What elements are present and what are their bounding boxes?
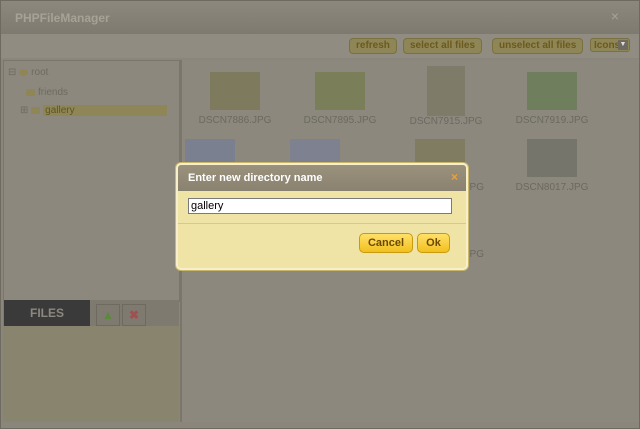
folder-icon: [26, 88, 35, 96]
select-all-button[interactable]: select all files: [403, 38, 483, 54]
ok-button[interactable]: Ok: [417, 233, 450, 253]
dialog-divider: [178, 223, 466, 224]
delete-button[interactable]: ✖: [122, 304, 146, 326]
delete-x-icon: ✖: [128, 308, 140, 322]
upload-drop-area: [3, 326, 179, 422]
window-close-icon[interactable]: ×: [611, 8, 619, 24]
up-arrow-icon: ▲: [102, 308, 114, 322]
thumbnail-label: DSCN7886.JPG: [198, 115, 272, 126]
refresh-button[interactable]: refresh: [349, 38, 397, 54]
unselect-all-button[interactable]: unselect all files: [492, 38, 584, 54]
window-titlebar: PHPFileManager ×: [1, 1, 639, 34]
tree-label-friends: friends: [38, 87, 69, 98]
thumbnail-item[interactable]: DSCN7919.JPG: [502, 72, 602, 126]
thumbnail-item[interactable]: DSCN7886.JPG: [185, 72, 285, 126]
tree-item-root[interactable]: ⊟ root: [8, 67, 48, 78]
cancel-button[interactable]: Cancel: [359, 233, 413, 253]
thumbnail-label: DSCN7895.JPG: [303, 115, 377, 126]
dialog-close-icon[interactable]: ×: [451, 170, 458, 184]
window-title: PHPFileManager: [15, 11, 110, 25]
view-mode-value: Icons: [594, 40, 621, 51]
thumbnail-image: [210, 72, 260, 110]
directory-name-input[interactable]: gallery: [188, 198, 452, 214]
upload-button[interactable]: ▲: [96, 304, 120, 326]
chevron-down-icon[interactable]: ▼: [618, 40, 628, 50]
tree-item-gallery[interactable]: ⊞ gallery: [20, 105, 168, 116]
tree-label-gallery: gallery: [43, 105, 168, 116]
thumbnail-item[interactable]: DSCN7915.JPG: [396, 66, 496, 127]
tree-collapse-icon[interactable]: ⊟: [8, 67, 16, 78]
thumbnail-image: [427, 66, 465, 116]
thumbnail-label: DSCN7915.JPG: [409, 116, 483, 127]
tree-expand-icon[interactable]: ⊞: [20, 105, 28, 116]
new-directory-dialog: Enter new directory name × gallery Cance…: [176, 163, 468, 270]
thumbnail-label: DSCN7919.JPG: [515, 115, 589, 126]
thumbnail-item[interactable]: DSCN7895.JPG: [290, 72, 390, 126]
tree-label-root: root: [31, 67, 49, 78]
dialog-title: Enter new directory name: [188, 172, 323, 184]
tree-item-friends[interactable]: friends: [26, 87, 68, 98]
thumbnail-image: [527, 139, 577, 177]
root-icon: [19, 68, 29, 76]
thumbnail-label: DSCN8017.JPG: [515, 182, 589, 193]
thumbnail-image: [527, 72, 577, 110]
view-mode-select[interactable]: Icons ▼: [590, 38, 630, 52]
folder-icon: [31, 106, 41, 114]
thumbnail-image: [315, 72, 365, 110]
files-label: FILES: [4, 300, 90, 326]
thumbnail-item[interactable]: DSCN8017.JPG: [502, 139, 602, 193]
dialog-titlebar: Enter new directory name ×: [178, 165, 466, 191]
